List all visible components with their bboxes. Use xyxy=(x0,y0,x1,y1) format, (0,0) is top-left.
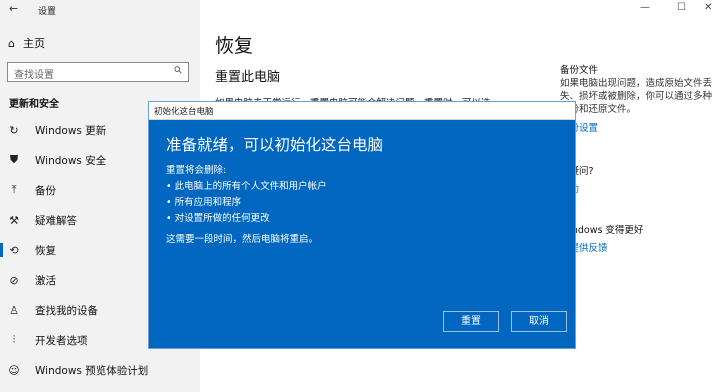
back-arrow-icon[interactable]: ← xyxy=(9,2,18,15)
check-circle-icon: ⊘ xyxy=(9,273,19,287)
home-icon: ⌂ xyxy=(8,36,15,50)
close-icon[interactable]: ✕ xyxy=(704,2,712,13)
sidebar-home[interactable]: ⌂ 主页 xyxy=(8,35,45,51)
dialog-bullet: • 所有应用和程序 xyxy=(166,197,242,208)
sidebar-item-label: Windows 预览体验计划 xyxy=(35,364,149,377)
dialog-bullet: • 对设置所做的任何更改 xyxy=(166,213,270,224)
sidebar-item-label: Windows 安全 xyxy=(35,154,107,167)
dialog-bullet: • 此电脑上的所有个人文件和用户帐户 xyxy=(166,181,327,192)
dialog-heading: 准备就绪，可以初始化这台电脑 xyxy=(166,136,384,154)
window-title: 设置 xyxy=(38,7,57,17)
page-title: 恢复 xyxy=(215,35,254,57)
search-icon[interactable]: ⚲ xyxy=(172,64,185,77)
sidebar-item-label: 开发者选项 xyxy=(35,334,88,347)
wrench-icon: ⚒ xyxy=(9,213,19,227)
minimize-icon[interactable]: — xyxy=(640,2,650,13)
backup-description-line: 如果电脑出现问题，造成原始文件丢 xyxy=(560,78,713,89)
home-label: 主页 xyxy=(22,37,45,50)
dev-tools-icon: ⫶ xyxy=(12,333,16,346)
title-bar: ← 设置 xyxy=(0,0,200,18)
history-icon: ⟲ xyxy=(9,243,19,257)
search-input[interactable]: 查找设置 ⚲ xyxy=(7,62,189,82)
sidebar-item-label: Windows 更新 xyxy=(35,124,107,137)
shield-icon: ⛊ xyxy=(9,153,19,166)
section-title: 重置此电脑 xyxy=(215,70,281,85)
sync-icon: ↻ xyxy=(9,123,19,137)
sidebar-item-label: 查找我的设备 xyxy=(35,304,98,317)
smiley-icon: ☺ xyxy=(8,363,20,377)
cancel-button[interactable]: 取消 xyxy=(511,311,567,332)
sidebar-item-insider[interactable]: ☺ Windows 预览体验计划 xyxy=(0,359,200,381)
sidebar-item-label: 恢复 xyxy=(35,244,56,257)
sidebar-item-label: 疑难解答 xyxy=(35,214,77,227)
backup-description-line: 失、损坏或被删除，你可以通过多种 xyxy=(560,91,713,102)
sidebar-item-label: 备份 xyxy=(35,184,56,197)
upload-icon: ⤒ xyxy=(11,183,17,196)
sidebar-item-label: 激活 xyxy=(35,274,56,287)
dialog-note: 这需要一段时间，然后电脑将重启。 xyxy=(166,234,319,245)
backup-title: 备份文件 xyxy=(560,65,599,76)
dialog-title: 初始化这台电脑 xyxy=(154,107,214,117)
reset-button[interactable]: 重置 xyxy=(443,311,499,332)
person-pin-icon: ♙ xyxy=(9,303,19,317)
dialog-title-bar: 初始化这台电脑 xyxy=(149,102,575,120)
dialog-intro: 重置将会删除: xyxy=(166,165,227,176)
maximize-icon[interactable]: ☐ xyxy=(677,2,686,13)
search-placeholder: 查找设置 xyxy=(14,70,54,81)
section-header: 更新和安全 xyxy=(9,99,59,110)
reset-dialog: 初始化这台电脑 准备就绪，可以初始化这台电脑 重置将会删除: • 此电脑上的所有… xyxy=(148,101,576,349)
